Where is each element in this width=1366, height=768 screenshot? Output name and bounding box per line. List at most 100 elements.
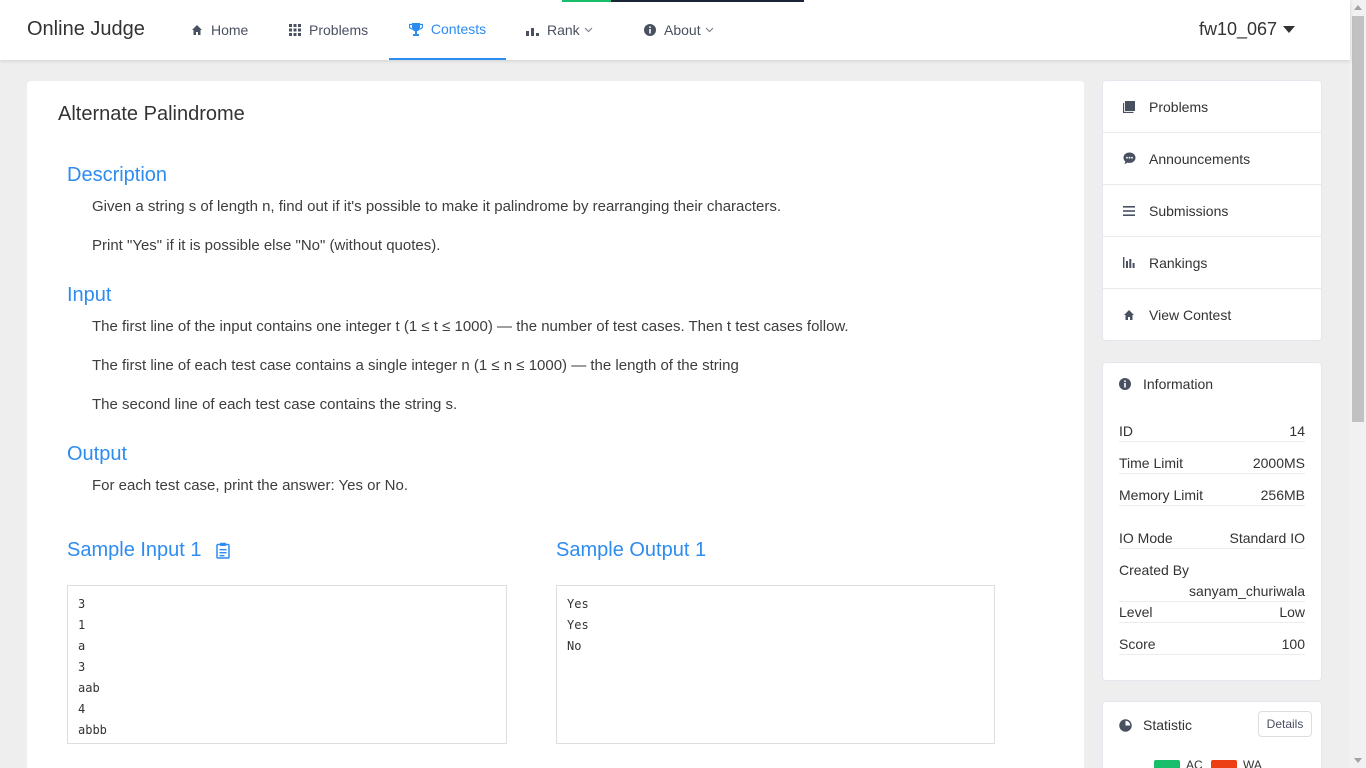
info-label: ID	[1119, 423, 1133, 439]
info-circle-icon	[644, 24, 656, 36]
sample-input-box[interactable]: 3 1 a 3 aab 4 abbb	[67, 585, 507, 744]
input-paragraph: The first line of the input contains one…	[92, 318, 849, 335]
clipboard-icon[interactable]	[215, 542, 230, 559]
menu-view-contest[interactable]: View Contest	[1103, 289, 1321, 341]
sample-output-box[interactable]: Yes Yes No	[556, 585, 995, 744]
sample-input-line: 1	[78, 618, 86, 632]
home-icon	[191, 24, 203, 36]
info-label: Time Limit	[1119, 455, 1184, 471]
trophy-icon	[408, 22, 423, 36]
menu-announcements-label: Announcements	[1149, 150, 1251, 167]
description-paragraph: Print "Yes" if it is possible else "No" …	[92, 237, 441, 254]
divider	[1119, 473, 1305, 474]
menu-submissions[interactable]: Submissions	[1103, 185, 1321, 237]
info-label: Created By	[1119, 562, 1190, 578]
site-logo[interactable]: Online Judge	[27, 18, 145, 41]
divider	[1119, 622, 1305, 623]
legend-item-wa[interactable]: WA	[1211, 758, 1262, 768]
output-heading: Output	[67, 443, 128, 465]
divider	[1119, 505, 1305, 506]
info-value: 100	[1281, 636, 1305, 652]
sample-input-line: 3	[78, 660, 86, 674]
description-paragraph: Given a string s of length n, find out i…	[92, 198, 782, 215]
divider	[1119, 441, 1305, 442]
nav-home[interactable]: Home	[191, 0, 248, 60]
problem-title: Alternate Palindrome	[58, 103, 245, 125]
chevron-down-icon	[705, 27, 714, 33]
input-paragraph: The first line of each test case contain…	[92, 357, 739, 374]
info-row-memory-limit: Memory Limit 256MB	[1119, 487, 1305, 503]
sample-input-line: abbb	[78, 723, 107, 737]
page-loading-bar	[562, 0, 804, 2]
info-value: 2000MS	[1252, 455, 1305, 471]
nav-contests-label: Contests	[430, 21, 487, 37]
menu-announcements[interactable]: Announcements	[1103, 133, 1321, 185]
scrollbar-thumb[interactable]	[1352, 16, 1364, 422]
nav-problems-label: Problems	[309, 22, 369, 38]
details-button[interactable]: Details	[1258, 711, 1312, 737]
contest-menu: Problems Announcements Submissions Ranki…	[1102, 80, 1322, 341]
nav-rank[interactable]: Rank	[526, 0, 593, 60]
sample-input-line: 4	[78, 702, 86, 716]
menu-problems[interactable]: Problems	[1103, 81, 1321, 133]
info-circle-icon	[1119, 378, 1143, 390]
grid-icon	[289, 24, 301, 36]
info-row-id: ID 14	[1119, 423, 1305, 439]
legend-swatch	[1154, 760, 1180, 768]
caret-down-icon	[1283, 26, 1296, 33]
nav-rank-label: Rank	[547, 22, 580, 38]
info-value: 256MB	[1260, 487, 1305, 503]
scroll-up-arrow-icon[interactable]	[1354, 5, 1362, 10]
list-icon	[1123, 205, 1149, 216]
sample-output-line: Yes	[567, 597, 589, 611]
divider	[1119, 548, 1305, 549]
info-value: sanyam_churiwala	[1189, 583, 1305, 599]
input-paragraph: The second line of each test case contai…	[92, 396, 458, 413]
nav-contests[interactable]: Contests	[389, 0, 506, 60]
legend-label: WA	[1243, 758, 1262, 768]
username: fw10_067	[1199, 19, 1278, 39]
info-label: IO Mode	[1119, 530, 1173, 546]
menu-submissions-label: Submissions	[1149, 202, 1229, 219]
info-row-score: Score 100	[1119, 636, 1305, 652]
input-heading: Input	[67, 284, 112, 306]
page-loading-progress	[562, 0, 611, 2]
info-row-time-limit: Time Limit 2000MS	[1119, 455, 1305, 471]
info-row-level: Level Low	[1119, 604, 1305, 620]
information-card: Information ID 14 Time Limit 2000MS Memo…	[1102, 362, 1322, 681]
nav-problems[interactable]: Problems	[289, 0, 368, 60]
page-scrollbar[interactable]	[1350, 0, 1366, 768]
description-heading: Description	[67, 164, 168, 186]
legend-item-ac[interactable]: AC	[1154, 758, 1203, 768]
output-paragraph: For each test case, print the answer: Ye…	[92, 477, 408, 494]
statistic-title: Statistic	[1143, 717, 1193, 733]
book-icon	[1123, 100, 1149, 113]
info-label: Level	[1119, 604, 1153, 620]
sample-input-line: aab	[78, 681, 100, 695]
statistic-card: Statistic Details AC WA	[1102, 701, 1322, 768]
sample-input-heading: Sample Input 1	[67, 539, 230, 562]
menu-problems-label: Problems	[1149, 98, 1209, 115]
nav-about[interactable]: About	[644, 0, 714, 60]
bar-chart-icon	[526, 25, 539, 36]
info-row-io-mode: IO Mode Standard IO	[1119, 530, 1305, 546]
info-label: Memory Limit	[1119, 487, 1204, 503]
info-value: Standard IO	[1229, 530, 1306, 546]
divider	[1119, 654, 1305, 655]
sample-output-line: Yes	[567, 618, 589, 632]
sample-output-line: No	[567, 639, 582, 653]
menu-rankings[interactable]: Rankings	[1103, 237, 1321, 289]
information-header: Information	[1119, 376, 1213, 392]
chevron-down-icon	[584, 27, 593, 33]
problem-card: Alternate Palindrome Description Given a…	[27, 81, 1084, 768]
top-navbar: Online Judge Home Problems Contests Rank…	[0, 0, 1350, 60]
information-title: Information	[1143, 376, 1214, 392]
info-value: Low	[1279, 604, 1305, 620]
user-menu[interactable]: fw10_067	[1199, 19, 1296, 40]
info-label: Score	[1119, 636, 1156, 652]
nav-home-label: Home	[211, 22, 249, 38]
chat-icon	[1123, 152, 1149, 165]
sample-output-title: Sample Output 1	[556, 539, 707, 561]
scroll-down-arrow-icon[interactable]	[1354, 758, 1362, 763]
info-value: 14	[1289, 423, 1305, 439]
